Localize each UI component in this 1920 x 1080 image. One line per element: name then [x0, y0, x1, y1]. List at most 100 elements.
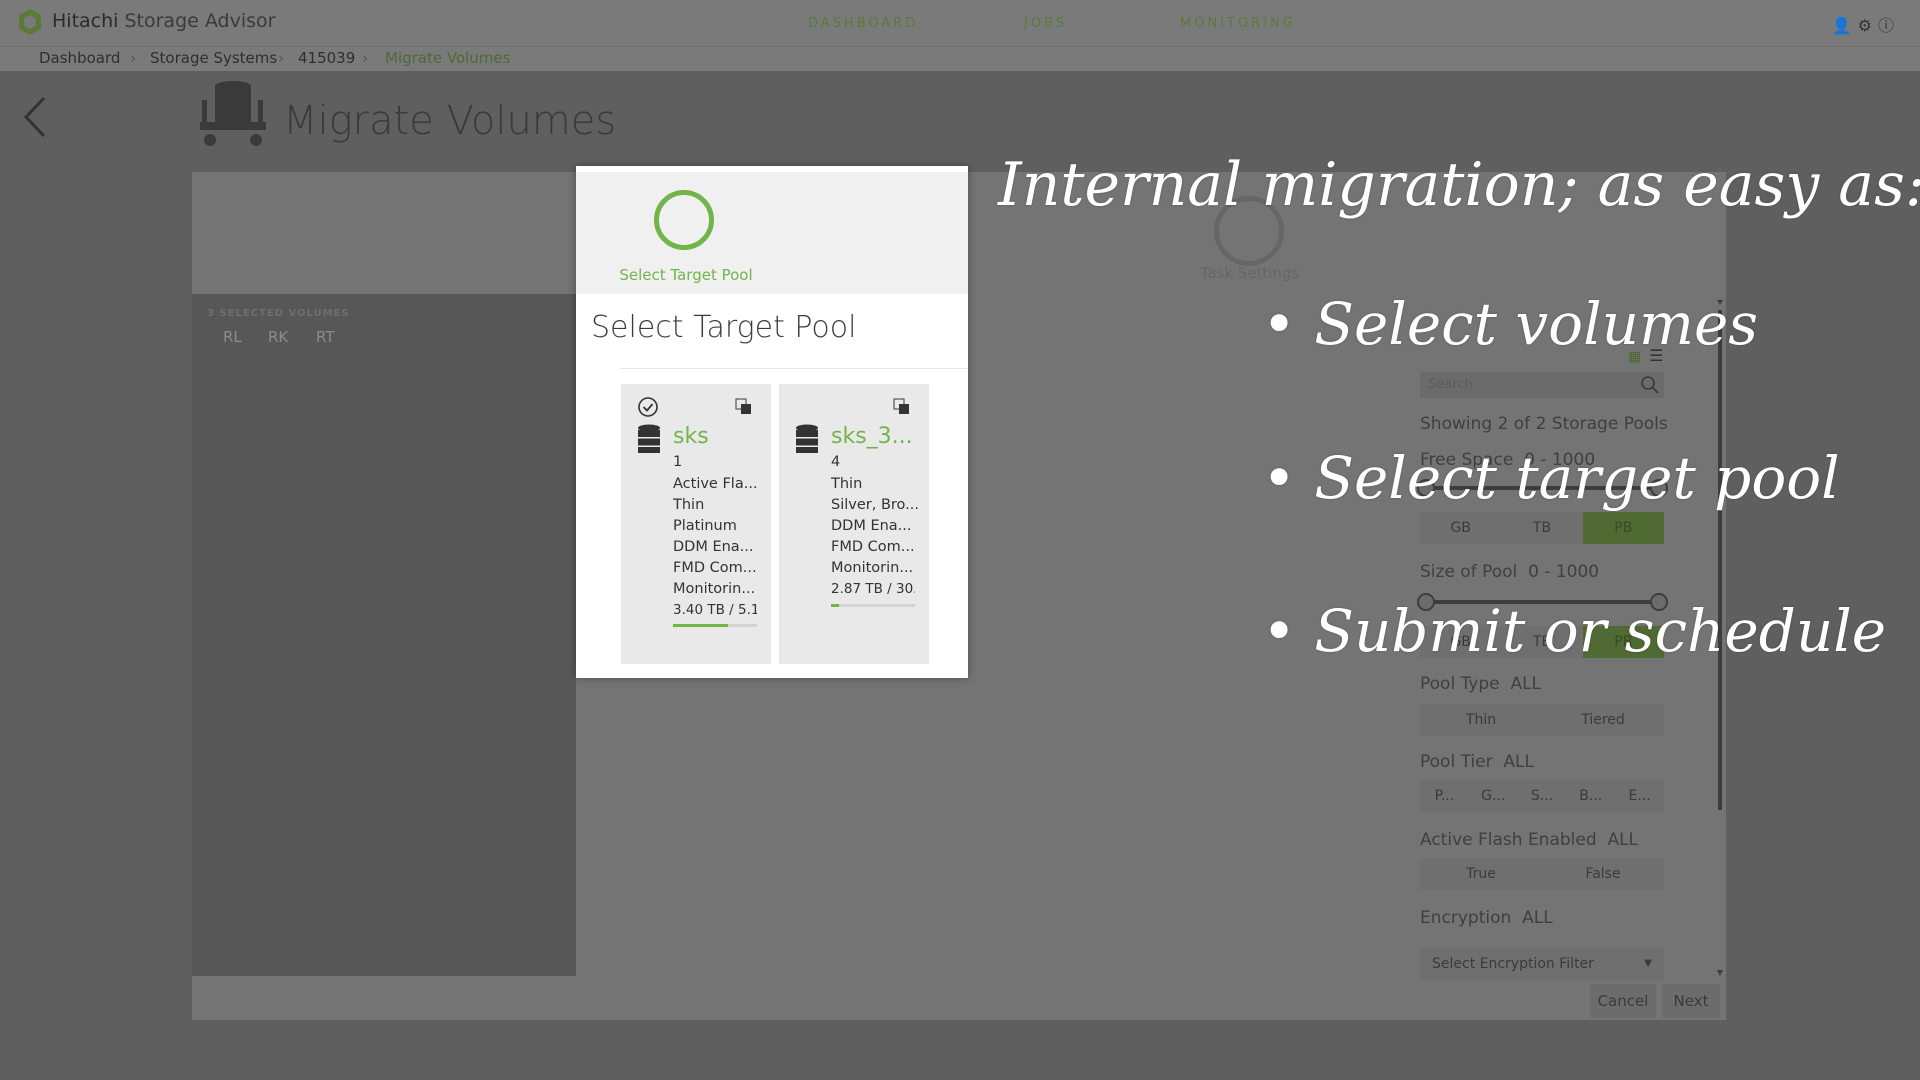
- pool-usage-fill: [831, 604, 840, 607]
- pool-card[interactable]: sks 1 Active Fla... Thin Platinum DDM En…: [621, 384, 771, 664]
- pool-attr: DDM Ena...: [673, 539, 754, 555]
- pool-attr: Platinum: [673, 518, 737, 534]
- volume-item[interactable]: RK: [268, 328, 288, 346]
- pool-tier-toggle: P... G... S... B... E...: [1420, 780, 1664, 812]
- unit-tb[interactable]: TB: [1501, 512, 1582, 544]
- pool-attr: Active Fla...: [673, 476, 758, 492]
- breadcrumb-system-id[interactable]: 415039: [298, 49, 355, 67]
- pool-tier-label-text: Pool Tier: [1420, 752, 1493, 772]
- size-of-pool-label: Size of Pool 0 - 1000: [1420, 562, 1599, 582]
- help-icon[interactable]: ⓘ: [1878, 16, 1900, 35]
- search-placeholder: Search: [1428, 377, 1473, 392]
- pool-tier-option[interactable]: P...: [1420, 780, 1469, 812]
- nav-dashboard[interactable]: DASHBOARD: [808, 16, 918, 31]
- breadcrumb-separator: ›: [362, 49, 368, 67]
- gear-icon[interactable]: ⚙: [1858, 16, 1878, 35]
- encryption-label: Encryption ALL: [1420, 908, 1553, 928]
- chevron-down-icon: ▼: [1644, 958, 1652, 969]
- pool-attr: DDM Ena...: [831, 518, 912, 534]
- page-title: Migrate Volumes: [283, 98, 617, 144]
- pool-type-label-text: Pool Type: [1420, 674, 1500, 694]
- breadcrumb-separator: ›: [130, 49, 136, 67]
- pool-tier-option[interactable]: G...: [1469, 780, 1518, 812]
- pool-tier-label: Pool Tier ALL: [1420, 752, 1534, 772]
- pool-tier-option[interactable]: E...: [1615, 780, 1664, 812]
- pool-copy-icon[interactable]: [735, 398, 753, 416]
- pool-attr: Thin: [831, 476, 863, 492]
- next-button[interactable]: Next: [1662, 984, 1720, 1018]
- database-icon: [796, 424, 818, 453]
- volume-item[interactable]: RL: [223, 328, 242, 346]
- breadcrumb: [0, 46, 1920, 71]
- wizard-step-select-target-pool-label[interactable]: Select Target Pool: [586, 266, 786, 284]
- pool-name: sks_3...: [831, 424, 913, 449]
- nav-monitoring[interactable]: MONITORING: [1180, 16, 1296, 31]
- modal-divider: [620, 368, 968, 369]
- pool-attr: Silver, Bro...: [831, 497, 919, 513]
- pool-usage-bar: [831, 604, 915, 607]
- pool-attr: Monitorin...: [673, 581, 756, 597]
- unit-gb[interactable]: GB: [1420, 512, 1501, 544]
- pool-id: 4: [831, 454, 841, 470]
- pool-tier-value: ALL: [1503, 752, 1534, 772]
- annotation-bullet: Submit or schedule: [1262, 597, 1886, 665]
- select-target-pool-modal: Select Target Pool Select Target Pool sk…: [576, 166, 968, 678]
- pool-name: sks: [673, 424, 709, 449]
- pool-capacity: 3.40 TB / 5.15: [673, 602, 757, 618]
- pool-copy-icon[interactable]: [893, 398, 911, 416]
- size-of-pool-label-text: Size of Pool: [1420, 562, 1518, 582]
- breadcrumb-current: Migrate Volumes: [385, 49, 511, 67]
- nav-jobs[interactable]: JOBS: [1024, 16, 1067, 31]
- pool-type-label: Pool Type ALL: [1420, 674, 1541, 694]
- hitachi-logo-icon: [19, 9, 41, 35]
- encryption-value: ALL: [1522, 908, 1553, 928]
- breadcrumb-separator: ›: [278, 49, 284, 67]
- database-icon: [638, 424, 660, 453]
- selected-volumes-panel: [192, 294, 576, 976]
- free-space-unit-toggle: GB TB PB: [1420, 512, 1664, 544]
- active-flash-value: ALL: [1607, 830, 1639, 850]
- pool-type-toggle: Thin Tiered: [1420, 704, 1664, 736]
- unit-pb[interactable]: PB: [1582, 512, 1664, 544]
- volume-item[interactable]: RT: [316, 328, 335, 346]
- pool-attr: FMD Com...: [673, 560, 757, 576]
- annotation-title: Internal migration; as easy as:: [998, 150, 1920, 220]
- active-flash-toggle: True False: [1420, 858, 1664, 890]
- breadcrumb-storage-systems[interactable]: Storage Systems: [150, 49, 277, 67]
- pool-id: 1: [673, 454, 683, 470]
- breadcrumb-dashboard[interactable]: Dashboard: [39, 49, 120, 67]
- wizard-step-select-target-pool-circle: [654, 190, 714, 250]
- pool-usage-fill: [673, 624, 729, 627]
- pool-tier-option[interactable]: B...: [1566, 780, 1615, 812]
- active-flash-label: Active Flash Enabled ALL: [1420, 830, 1638, 850]
- top-icons: 👤⚙ⓘ: [1832, 12, 1900, 36]
- encryption-select-text: Select Encryption Filter: [1432, 956, 1594, 972]
- migrate-volumes-icon: [200, 81, 266, 146]
- active-flash-false[interactable]: False: [1542, 858, 1664, 890]
- modal-title: Select Target Pool: [591, 310, 857, 345]
- pool-card[interactable]: sks_3... 4 Thin Silver, Bro... DDM Ena..…: [779, 384, 929, 664]
- annotation-bullet: Select volumes: [1262, 290, 1758, 358]
- search-icon[interactable]: [1640, 375, 1660, 395]
- active-flash-true[interactable]: True: [1420, 858, 1542, 890]
- app-title: Hitachi Storage Advisor: [52, 10, 275, 32]
- app-brand: Hitachi: [52, 10, 119, 32]
- pool-type-tiered[interactable]: Tiered: [1542, 704, 1664, 736]
- top-bar: [0, 0, 1920, 46]
- pool-tier-option[interactable]: S...: [1518, 780, 1567, 812]
- pool-attr: FMD Com...: [831, 539, 915, 555]
- pool-count-text: Showing 2 of 2 Storage Pools: [1420, 414, 1668, 434]
- size-of-pool-range: 0 - 1000: [1528, 562, 1600, 582]
- pool-capacity: 2.87 TB / 30.1: [831, 581, 915, 597]
- back-arrow-icon[interactable]: [20, 92, 50, 142]
- cancel-button[interactable]: Cancel: [1590, 984, 1656, 1018]
- wizard-step-task-settings-label[interactable]: Task Settings: [1190, 264, 1310, 282]
- pool-type-value: ALL: [1510, 674, 1542, 694]
- user-icon[interactable]: 👤: [1832, 16, 1858, 35]
- encryption-filter-select[interactable]: Select Encryption Filter ▼: [1420, 948, 1664, 980]
- check-circle-icon[interactable]: [637, 396, 659, 418]
- pool-usage-bar: [673, 624, 757, 627]
- app-product: Storage Advisor: [124, 10, 276, 32]
- pool-attr: Thin: [673, 497, 705, 513]
- pool-type-thin[interactable]: Thin: [1420, 704, 1542, 736]
